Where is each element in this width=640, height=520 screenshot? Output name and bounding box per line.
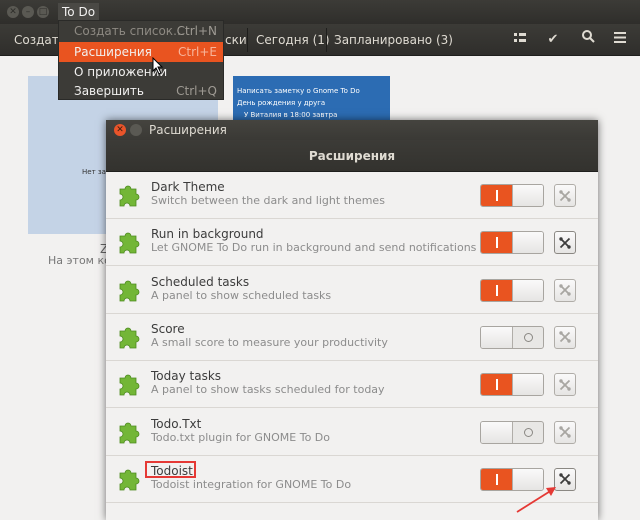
menu-item-label: Завершить xyxy=(74,84,144,98)
preferences-button[interactable] xyxy=(554,184,576,207)
extension-toggle[interactable] xyxy=(480,278,544,302)
tab-today[interactable]: Сегодня (1) xyxy=(256,28,330,52)
menu-item-shortcut: Ctrl+N xyxy=(176,24,217,38)
dialog-titlebar: ✕ Расширения xyxy=(106,120,598,140)
extension-name: Todo.Txt xyxy=(151,416,202,431)
menu-icon[interactable] xyxy=(604,28,636,52)
empty-state-subtitle: На этом ко xyxy=(48,254,111,267)
extension-name: Scheduled tasks xyxy=(151,274,250,289)
extension-row: Todo.Txt Todo.txt plugin for GNOME To Do xyxy=(106,408,598,456)
dialog-minimize-icon[interactable] xyxy=(130,124,142,136)
tools-icon xyxy=(559,283,571,297)
extension-toggle[interactable] xyxy=(480,420,544,444)
tools-icon xyxy=(559,377,571,391)
menu-item-label: Расширения xyxy=(74,45,152,59)
preferences-button[interactable] xyxy=(554,420,576,444)
preferences-button[interactable] xyxy=(554,231,576,255)
list-view-icon[interactable] xyxy=(504,28,536,52)
extension-name: Dark Theme xyxy=(151,180,225,194)
preferences-button[interactable] xyxy=(554,325,576,349)
search-icon[interactable] xyxy=(572,28,604,52)
task-list-card-text: Нет за xyxy=(82,168,106,176)
extension-toggle[interactable] xyxy=(480,231,544,255)
app-title[interactable]: To Do xyxy=(58,3,100,21)
menu-item-label: Создать список… xyxy=(74,24,186,38)
menu-item-about[interactable]: О приложении xyxy=(59,62,223,82)
preferences-button[interactable] xyxy=(554,373,576,397)
extension-name: Run in background xyxy=(151,227,264,242)
tools-icon xyxy=(559,235,571,249)
extension-description: A panel to show scheduled tasks xyxy=(151,288,332,302)
extension-toggle[interactable] xyxy=(480,184,544,207)
tab-separator xyxy=(247,28,248,52)
mouse-cursor-icon xyxy=(152,57,164,75)
preferences-button[interactable] xyxy=(554,278,576,302)
extension-name: Today tasks xyxy=(151,369,222,384)
maximize-window-icon[interactable]: □ xyxy=(37,6,49,18)
puzzle-icon xyxy=(116,419,140,445)
dialog-header-title: Расширения xyxy=(106,140,598,172)
extension-description: Todoist integration for GNOME To Do xyxy=(151,477,352,491)
menu-item-shortcut: Ctrl+E xyxy=(178,45,217,59)
extension-description: Todo.txt plugin for GNOME To Do xyxy=(151,430,330,444)
tools-icon xyxy=(559,188,571,202)
extension-row: Today tasks A panel to show tasks schedu… xyxy=(106,361,598,409)
menu-item-extensions[interactable]: Расширения Ctrl+E xyxy=(59,42,223,62)
extension-description: Switch between the dark and light themes xyxy=(151,194,385,207)
extension-row: Todoist Todoist integration for GNOME To… xyxy=(106,455,598,503)
check-icon[interactable]: ✔ xyxy=(537,28,569,52)
extensions-list: Dark Theme Switch between the dark and l… xyxy=(106,172,598,520)
puzzle-icon xyxy=(116,229,140,255)
app-menu: Создать список… Ctrl+N Расширения Ctrl+E… xyxy=(58,20,224,100)
extension-row: Score A small score to measure your prod… xyxy=(106,313,598,361)
puzzle-icon xyxy=(116,466,140,492)
menu-item-quit[interactable]: Завершить Ctrl+Q xyxy=(59,81,223,101)
tab-separator xyxy=(326,28,327,52)
extension-toggle[interactable] xyxy=(480,325,544,349)
highlight-box xyxy=(145,460,196,478)
puzzle-icon xyxy=(116,182,140,208)
extension-row: Scheduled tasks A panel to show schedule… xyxy=(106,266,598,314)
tools-icon xyxy=(559,330,571,344)
tools-icon xyxy=(559,472,571,486)
dialog-window-title: Расширения xyxy=(149,123,227,137)
tab-scheduled[interactable]: Запланировано (3) xyxy=(334,28,453,52)
extension-description: A small score to measure your productivi… xyxy=(151,335,388,349)
extension-toggle[interactable] xyxy=(480,373,544,397)
extension-description: A panel to show tasks scheduled for toda… xyxy=(151,383,385,397)
puzzle-icon xyxy=(116,324,140,350)
puzzle-icon xyxy=(116,371,140,397)
close-window-icon[interactable]: ✕ xyxy=(7,6,19,18)
puzzle-icon xyxy=(116,277,140,303)
extension-row: Dark Theme Switch between the dark and l… xyxy=(106,172,598,219)
extension-row: Run in background Let GNOME To Do run in… xyxy=(106,219,598,267)
dialog-close-icon[interactable]: ✕ xyxy=(114,124,126,136)
extensions-dialog: ✕ Расширения Расширения Dark Theme Switc… xyxy=(106,120,598,520)
menu-item-new-list: Создать список… Ctrl+N xyxy=(59,21,223,41)
tools-icon xyxy=(559,425,571,439)
extension-description: Let GNOME To Do run in background and se… xyxy=(151,241,477,255)
extension-name: Score xyxy=(151,321,185,336)
minimize-window-icon[interactable]: – xyxy=(22,6,34,18)
extension-toggle[interactable] xyxy=(480,467,544,491)
menu-item-shortcut: Ctrl+Q xyxy=(176,84,217,98)
tab-lists[interactable]: ски xyxy=(225,28,247,52)
preferences-button[interactable] xyxy=(554,467,576,491)
